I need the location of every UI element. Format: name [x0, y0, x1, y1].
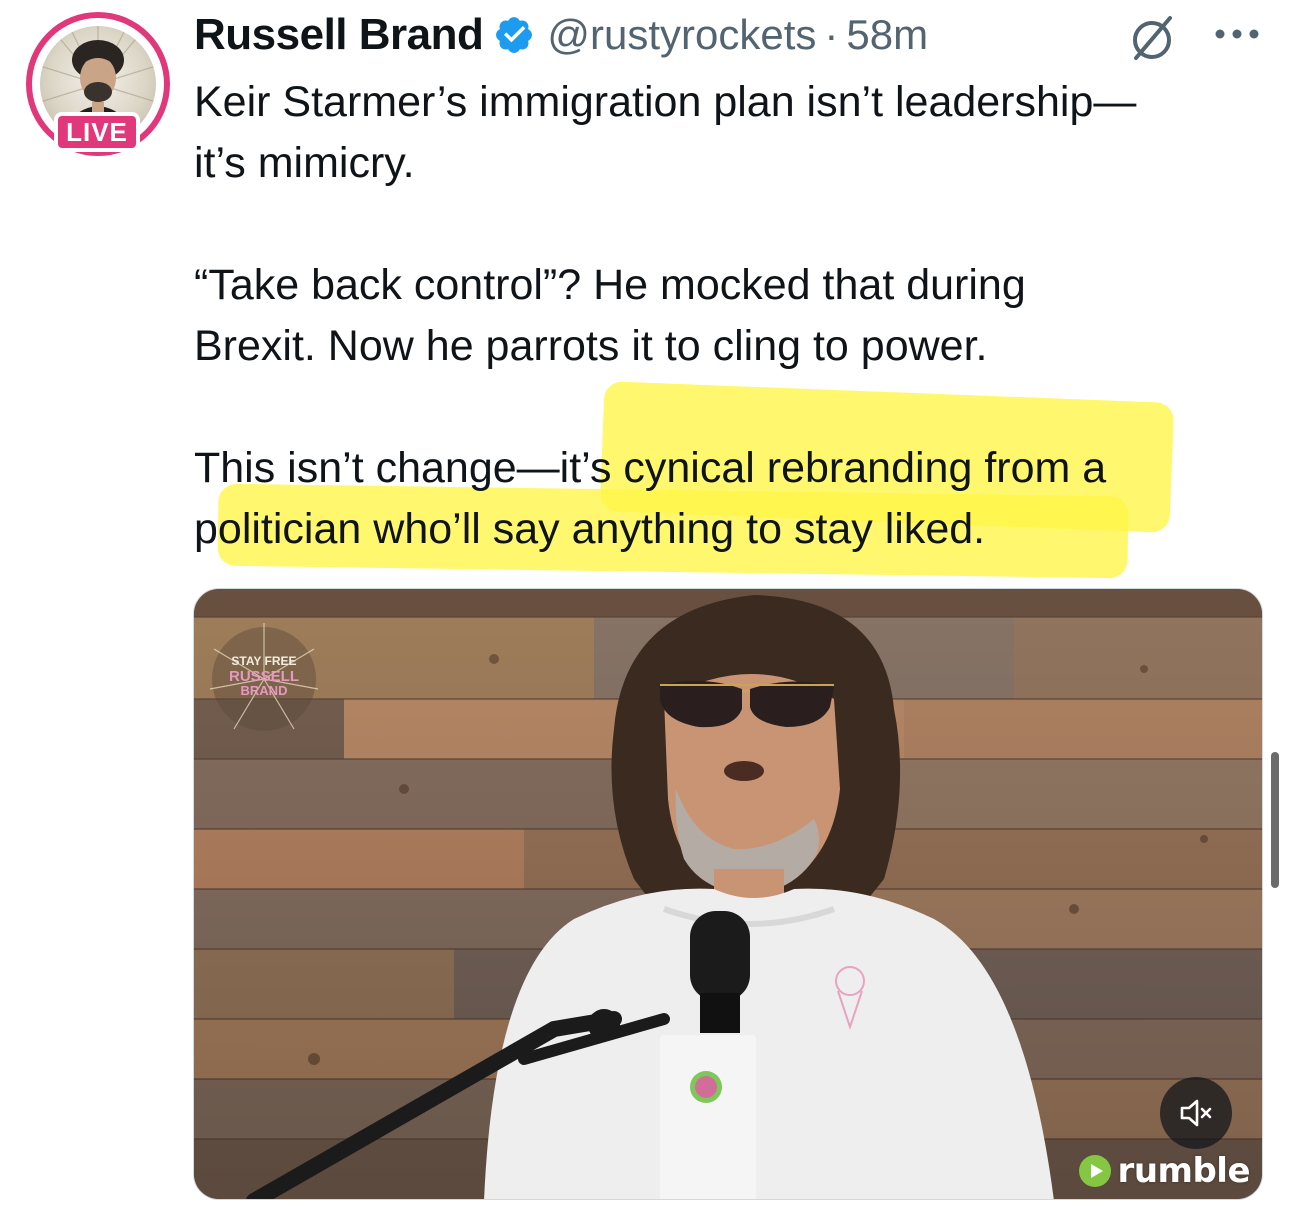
post-timestamp[interactable]: 58m	[846, 11, 928, 59]
rumble-wordmark: rumble	[1117, 1151, 1251, 1191]
logo-line1: STAY FREE	[231, 654, 296, 668]
tweet-line: Brexit. Now he parrots it to cling to po…	[194, 322, 988, 370]
speaker-muted-icon	[1180, 1099, 1212, 1127]
mute-button[interactable]	[1160, 1077, 1232, 1149]
video-frame: STAY FREE RUSSELL BRAND	[194, 589, 1262, 1199]
logo-line3: BRAND	[241, 683, 288, 698]
grok-icon[interactable]	[1126, 12, 1178, 64]
tweet-line: it’s mimicry.	[194, 139, 415, 187]
tweet-line: “Take back control”? He mocked that duri…	[194, 261, 1026, 309]
tweet-line: politician who’ll say anything to stay l…	[194, 505, 986, 553]
tweet-text: Keir Starmer’s immigration plan isn’t le…	[194, 72, 1264, 560]
tweet-header: Russell Brand @rustyrockets · 58m	[194, 10, 928, 60]
author-display-name[interactable]: Russell Brand	[194, 10, 484, 60]
rumble-play-icon	[1078, 1155, 1111, 1187]
video-player[interactable]: STAY FREE RUSSELL BRAND rumble	[193, 588, 1263, 1200]
live-badge: LIVE	[54, 112, 140, 152]
tweet-line: Keir Starmer’s immigration plan isn’t le…	[194, 78, 1137, 126]
header-separator: ·	[824, 11, 839, 58]
author-handle[interactable]: @rustyrockets	[547, 11, 816, 59]
rumble-logo: rumble	[1078, 1151, 1251, 1191]
verified-badge-icon	[496, 17, 533, 53]
tweet-line: This isn’t change—it’s cynical rebrandin…	[194, 444, 1107, 492]
more-options-icon[interactable]	[1212, 22, 1262, 46]
author-avatar[interactable]: LIVE	[26, 12, 170, 156]
page-scrollbar[interactable]	[1271, 752, 1279, 888]
